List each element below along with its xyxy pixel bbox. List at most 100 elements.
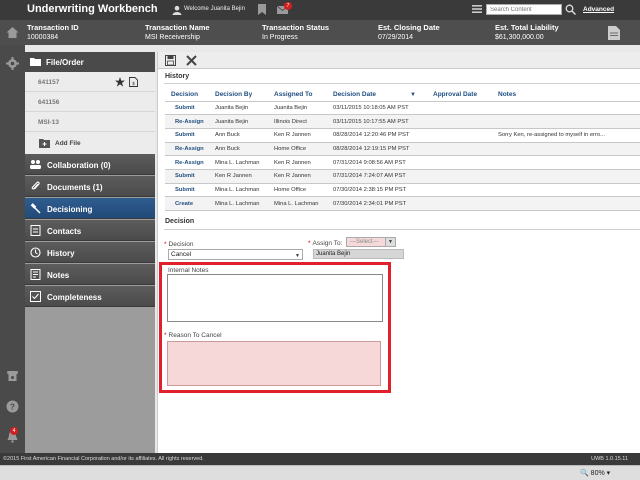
history-table: Decision Decision By Assigned To Decisio… bbox=[165, 88, 640, 211]
zoom-icon: 🔍 bbox=[580, 470, 591, 477]
decision-select[interactable]: Cancel ▼ bbox=[168, 249, 303, 260]
gear-icon[interactable] bbox=[6, 57, 19, 70]
zoom-control[interactable]: 🔍 80% ▾ bbox=[580, 469, 610, 477]
nav-notes[interactable]: Notes bbox=[25, 264, 155, 285]
mail-count-badge: 7 bbox=[284, 2, 292, 10]
cell-decision[interactable]: Submit bbox=[165, 169, 209, 184]
col-decision-date-label: Decision Date bbox=[333, 90, 376, 98]
home-icon[interactable] bbox=[6, 26, 19, 39]
cell-decision-date: 07/31/2014 7:24:07 AM PST bbox=[327, 169, 427, 184]
order-item-641156[interactable]: 641156 bbox=[25, 92, 155, 112]
order-item-msi-13[interactable]: MSI-13 bbox=[25, 112, 155, 132]
divider bbox=[164, 83, 640, 84]
internal-notes-textarea[interactable] bbox=[167, 274, 383, 322]
reason-to-cancel-textarea[interactable] bbox=[167, 341, 381, 386]
summary-transaction-status: Transaction Status In Progress bbox=[262, 23, 329, 41]
nav-contacts[interactable]: Contacts bbox=[25, 220, 155, 241]
save-icon[interactable] bbox=[165, 55, 176, 66]
summary-label: Est. Closing Date bbox=[378, 23, 440, 32]
help-icon[interactable]: ? bbox=[6, 400, 19, 413]
folder-icon bbox=[30, 58, 41, 66]
cell-decision-by: Mina L. Lachman bbox=[209, 196, 268, 211]
table-row[interactable]: Create Mina L. Lachman Mina L. Lachman 0… bbox=[165, 196, 640, 211]
summary-total-liability: Est. Total Liability $61,300,000.00 bbox=[495, 23, 559, 41]
table-row[interactable]: Submit Ken R Jannen Ken R Jannen 07/31/2… bbox=[165, 169, 640, 184]
zoom-level: 80% bbox=[590, 470, 605, 477]
document-edit-icon[interactable] bbox=[608, 26, 620, 40]
nav-documents[interactable]: Documents (1) bbox=[25, 176, 155, 197]
cell-decision[interactable]: Submit bbox=[165, 101, 209, 116]
add-file-button[interactable]: Add File bbox=[25, 132, 155, 154]
table-row[interactable]: Submit Mina L. Lachman Home Office 07/30… bbox=[165, 183, 640, 198]
phone-icon[interactable] bbox=[6, 369, 19, 382]
nav-completeness[interactable]: Completeness bbox=[25, 286, 155, 307]
cell-approval-date bbox=[427, 155, 492, 170]
cell-decision[interactable]: Re-Assign bbox=[165, 155, 209, 170]
table-row[interactable]: Re-Assign Juanita Bejin Illinois Direct … bbox=[165, 114, 640, 129]
cell-notes bbox=[492, 183, 640, 198]
star-icon[interactable] bbox=[115, 77, 125, 87]
order-number: 641156 bbox=[38, 99, 60, 106]
assign-to-select[interactable]: ---Select--- ▼ bbox=[346, 237, 396, 247]
order-number: MSI-13 bbox=[38, 119, 59, 126]
summary-closing-date: Est. Closing Date 07/29/2014 bbox=[378, 23, 440, 41]
search-input[interactable] bbox=[486, 4, 562, 15]
close-icon[interactable] bbox=[186, 55, 197, 66]
cell-notes bbox=[492, 155, 640, 170]
table-row[interactable]: Re-Assign Mina L. Lachman Ken R Jannen 0… bbox=[165, 155, 640, 170]
app-title: Underwriting Workbench bbox=[27, 3, 158, 15]
cell-notes bbox=[492, 101, 640, 116]
sort-desc-icon[interactable]: ▼ bbox=[410, 92, 416, 98]
cell-decision[interactable]: Re-Assign bbox=[165, 142, 209, 157]
nav-collaboration[interactable]: Collaboration (0) bbox=[25, 154, 155, 175]
order-item-641157[interactable]: 641157 $ bbox=[25, 72, 155, 92]
table-row[interactable]: Submit Ann Buck Ken R Jannen 08/28/2014 … bbox=[165, 128, 640, 143]
col-approval-date[interactable]: Approval Date bbox=[427, 88, 492, 102]
cell-approval-date bbox=[427, 169, 492, 184]
contacts-icon bbox=[30, 225, 41, 236]
cell-decision[interactable]: Re-Assign bbox=[165, 114, 209, 129]
status-bar: 🔍 80% ▾ bbox=[0, 465, 640, 480]
cell-decision[interactable]: Create bbox=[165, 196, 209, 211]
user-icon[interactable] bbox=[172, 5, 182, 15]
summary-value: 07/29/2014 bbox=[378, 34, 414, 41]
col-assigned-to[interactable]: Assigned To bbox=[268, 88, 327, 102]
list-icon[interactable] bbox=[472, 4, 482, 14]
top-bar: Underwriting Workbench Welcome Juanita B… bbox=[0, 0, 640, 20]
bookmark-icon[interactable] bbox=[258, 4, 266, 15]
table-row[interactable]: Re-Assign Ann Buck Home Office 08/28/201… bbox=[165, 142, 640, 157]
cell-assigned-to: Home Office bbox=[268, 183, 327, 198]
notes-icon bbox=[30, 269, 41, 280]
cell-notes bbox=[492, 169, 640, 184]
col-notes[interactable]: Notes bbox=[492, 88, 640, 102]
svg-text:?: ? bbox=[10, 403, 15, 412]
reason-label: * Reason To Cancel bbox=[164, 332, 222, 339]
advanced-search-link[interactable]: Advanced bbox=[583, 6, 614, 13]
cell-approval-date bbox=[427, 128, 492, 143]
col-decision-by[interactable]: Decision By bbox=[209, 88, 268, 102]
nav-label: Documents (1) bbox=[47, 183, 103, 192]
icon-rail: ? 4 bbox=[0, 27, 25, 453]
table-row[interactable]: Submit Juanita Bejin Juanita Bejin 03/11… bbox=[165, 101, 640, 116]
summary-value: 10000384 bbox=[27, 34, 59, 41]
document-icon[interactable]: $ bbox=[129, 77, 138, 87]
file-order-header[interactable]: File/Order bbox=[25, 52, 155, 72]
add-folder-icon bbox=[39, 139, 50, 148]
collaboration-icon bbox=[30, 160, 41, 169]
search-icon[interactable] bbox=[565, 4, 576, 15]
cell-decision[interactable]: Submit bbox=[165, 183, 209, 198]
nav-label: Decisioning bbox=[47, 205, 93, 214]
cell-approval-date bbox=[427, 142, 492, 157]
assign-to-placeholder: ---Select--- bbox=[350, 239, 379, 245]
cell-decision-by: Mina L. Lachman bbox=[209, 183, 268, 198]
nav-label: History bbox=[47, 249, 75, 258]
nav-decisioning[interactable]: Decisioning bbox=[25, 198, 155, 219]
col-decision-date[interactable]: Decision Date ▼ bbox=[327, 88, 427, 102]
toolbar bbox=[158, 52, 640, 69]
cell-decision[interactable]: Submit bbox=[165, 128, 209, 143]
chevron-down-icon: ▼ bbox=[385, 238, 395, 246]
nav-history[interactable]: History bbox=[25, 242, 155, 263]
file-order-label: File/Order bbox=[46, 58, 84, 67]
col-decision[interactable]: Decision bbox=[165, 88, 209, 102]
assign-to-label-text: Assign To: bbox=[312, 240, 343, 247]
